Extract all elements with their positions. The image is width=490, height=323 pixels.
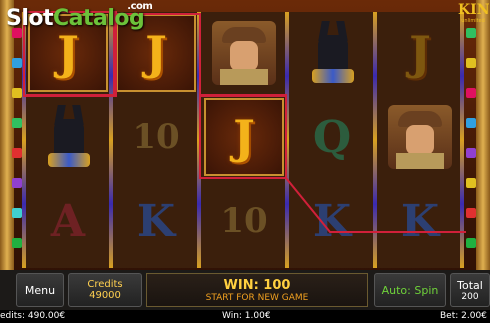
- win-amount: WIN: 100: [223, 277, 291, 293]
- credits-button[interactable]: Credits 49000: [68, 273, 142, 307]
- menu-button[interactable]: Menu: [16, 273, 64, 307]
- total-bet-button[interactable]: Total 200: [450, 273, 490, 307]
- slotcatalog-logo: SlotCatalog .com: [6, 1, 153, 31]
- autospin-button[interactable]: Auto: Spin: [374, 273, 446, 307]
- control-bar: Menu Credits 49000 WIN: 100 START FOR NE…: [0, 270, 490, 310]
- balance-readout: edits: 490.00€: [0, 311, 66, 321]
- status-bar: edits: 490.00€ Win: 1.00€ Bet: 2.00€: [0, 310, 490, 323]
- win-readout: Win: 1.00€: [222, 311, 271, 321]
- bet-readout: Bet: 2.00€: [440, 311, 487, 321]
- game-logo: KING unlimited: [458, 2, 490, 24]
- spin-panel[interactable]: WIN: 100 START FOR NEW GAME: [146, 273, 368, 307]
- start-prompt: START FOR NEW GAME: [205, 292, 309, 303]
